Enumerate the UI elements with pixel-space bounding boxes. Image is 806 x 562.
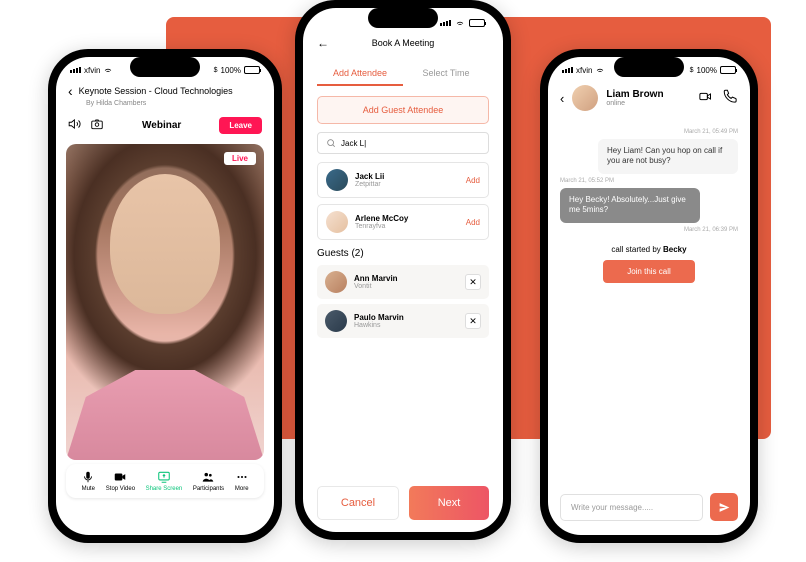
search-input[interactable] [317, 132, 489, 154]
result-org: Tenrayfva [355, 223, 459, 230]
timestamp: March 21, 05:52 PM [560, 178, 738, 184]
add-button[interactable]: Add [466, 218, 480, 227]
screen-label: Webinar [142, 120, 181, 131]
send-button[interactable] [710, 493, 738, 521]
message-input[interactable]: Write your message..... [560, 494, 703, 521]
carrier: xfvin [84, 66, 100, 75]
back-icon[interactable]: ‹ [560, 91, 564, 106]
phone-chat: xfvin $100% ‹ Liam Brown online March 21… [540, 49, 758, 543]
search-result: Arlene McCoy Tenrayfva Add [317, 204, 489, 240]
avatar [326, 169, 348, 191]
timestamp: March 21, 06:39 PM [560, 227, 738, 233]
avatar [326, 211, 348, 233]
guest-org: Hawkins [354, 322, 458, 329]
mute-button[interactable]: Mute [81, 470, 95, 492]
battery-pct: 100% [221, 66, 241, 75]
search-result: Jack Lii Zetpittar Add [317, 162, 489, 198]
session-byline: By Hilda Chambers [86, 100, 262, 107]
chat-user-status: online [606, 100, 690, 107]
phone-webinar: xfvin $100% ‹ Keynote Session - Cloud Te… [48, 49, 282, 543]
result-org: Zetpittar [355, 181, 459, 188]
back-icon[interactable]: ← [317, 36, 329, 50]
join-call-button[interactable]: Join this call [603, 260, 695, 283]
stop-video-button[interactable]: Stop Video [106, 470, 135, 492]
video-call-icon[interactable] [698, 89, 713, 107]
participants-button[interactable]: Participants [193, 470, 224, 492]
live-badge: Live [224, 152, 256, 165]
guest-org: Vontit [354, 283, 458, 290]
remove-button[interactable]: ✕ [465, 313, 481, 329]
more-button[interactable]: More [235, 470, 249, 492]
add-guest-button[interactable]: Add Guest Attendee [317, 96, 489, 124]
chat-user-name: Liam Brown [606, 89, 690, 100]
add-button[interactable]: Add [466, 176, 480, 185]
remove-button[interactable]: ✕ [465, 274, 481, 290]
next-button[interactable]: Next [409, 486, 489, 520]
tab-select-time[interactable]: Select Time [403, 62, 489, 86]
tab-add-attendee[interactable]: Add Attendee [317, 62, 403, 86]
leave-button[interactable]: Leave [219, 117, 262, 134]
back-icon[interactable]: ‹ [68, 83, 73, 99]
message-incoming: Hey Becky! Absolutely...Just give me 5mi… [560, 188, 700, 223]
share-screen-button[interactable]: Share Screen [146, 470, 183, 492]
page-title: Book A Meeting [372, 38, 435, 48]
avatar [572, 85, 598, 111]
cancel-button[interactable]: Cancel [317, 486, 399, 520]
result-name: Jack Lii [355, 172, 459, 181]
controls-bar: Mute Stop Video Share Screen Participant… [66, 464, 264, 498]
result-name: Arlene McCoy [355, 214, 459, 223]
guest-item: Ann Marvin Vontit ✕ [317, 265, 489, 299]
guest-name: Paulo Marvin [354, 313, 458, 322]
carrier: xfvin [576, 66, 592, 75]
timestamp: March 21, 05:49 PM [560, 129, 738, 135]
guest-item: Paulo Marvin Hawkins ✕ [317, 304, 489, 338]
avatar [325, 310, 347, 332]
message-outgoing: Hey Liam! Can you hop on call if you are… [598, 139, 738, 174]
speaker-icon[interactable] [68, 117, 82, 134]
phone-booking: 19:02 ← Book A Meeting Add Attendee Sele… [295, 0, 511, 540]
session-title: Keynote Session - Cloud Technologies [79, 86, 233, 96]
battery-pct: 100% [697, 66, 717, 75]
audio-call-icon[interactable] [723, 89, 738, 107]
guests-header: Guests (2) [317, 248, 489, 259]
call-status: call started by Becky [560, 245, 738, 254]
search-field[interactable] [341, 139, 480, 148]
video-feed: Live [66, 144, 264, 460]
camera-icon[interactable] [90, 117, 104, 134]
avatar [325, 271, 347, 293]
guest-name: Ann Marvin [354, 274, 458, 283]
